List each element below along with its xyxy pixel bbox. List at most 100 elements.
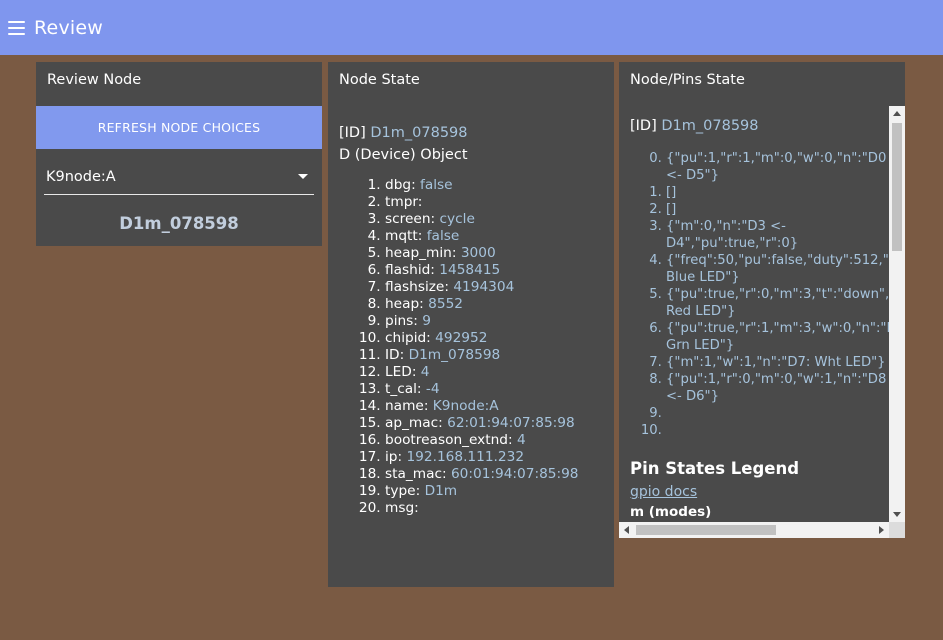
- scrollbar-thumb[interactable]: [892, 123, 902, 251]
- list-item: sta_mac: 60:01:94:07:85:98: [385, 466, 603, 483]
- scroll-right-arrow-icon[interactable]: [879, 526, 884, 534]
- item-value: 192.168.111.232: [406, 449, 525, 465]
- pin-item: {"m":0,"n":"D3 <- D4","pu":true,"r":0}: [666, 218, 886, 252]
- item-key: flashid:: [385, 262, 435, 278]
- list-item: pins: 9: [385, 313, 603, 330]
- panel-title: Node/Pins State: [630, 72, 745, 88]
- pin-item: {"pu":1,"r":1,"m":0,"w":0,"n":"D0 <- D5"…: [666, 150, 886, 184]
- review-node-panel: Review Node REFRESH NODE CHOICES K9node:…: [36, 62, 322, 246]
- pin-item: {"pu":true,"r":0,"m":3,"t":"down","w Red…: [666, 286, 889, 320]
- list-item: ID: D1m_078598: [385, 347, 603, 364]
- pin-item: {"pu":true,"r":1,"m":3,"w":0,"n":"D6: Gr…: [666, 320, 889, 354]
- item-key: screen:: [385, 211, 436, 227]
- pin-item: []: [666, 201, 886, 218]
- item-key: heap_min:: [385, 245, 457, 261]
- app-bar: Review: [0, 0, 943, 55]
- list-item: t_cal: -4: [385, 381, 603, 398]
- scrollbar-thumb[interactable]: [636, 525, 776, 535]
- list-item: heap_min: 3000: [385, 245, 603, 262]
- refresh-node-choices-button[interactable]: REFRESH NODE CHOICES: [36, 106, 322, 149]
- pin-item: {"m":1,"w":1,"n":"D7: Wht LED"}: [666, 354, 886, 371]
- node-select[interactable]: K9node:A: [44, 165, 314, 195]
- item-key: ip:: [385, 449, 403, 465]
- item-value: 4: [516, 432, 526, 448]
- id-label: [ID]: [339, 125, 366, 141]
- app-title: Review: [34, 16, 103, 39]
- item-value: 492952: [435, 330, 488, 346]
- panel-title: Node State: [339, 72, 420, 88]
- pins-scroll-area[interactable]: [ID] D1m_078598 {"pu":1,"r":1,"m":0,"w":…: [619, 106, 889, 522]
- id-label: [ID]: [630, 118, 657, 134]
- item-value: 62:01:94:07:85:98: [447, 415, 575, 431]
- item-key: sta_mac:: [385, 466, 447, 482]
- pin-item: [666, 405, 886, 422]
- pins-state-panel: Node/Pins State [ID] D1m_078598 {"pu":1,…: [619, 62, 905, 538]
- list-item: screen: cycle: [385, 211, 603, 228]
- list-item: msg:: [385, 500, 603, 517]
- panel-title: Review Node: [47, 72, 142, 88]
- item-value: 1458415: [439, 262, 501, 278]
- item-key: bootreason_extnd:: [385, 432, 513, 448]
- node-select-value: K9node:A: [46, 169, 116, 185]
- item-value: false: [426, 228, 460, 244]
- gpio-docs-link[interactable]: gpio docs: [630, 484, 697, 500]
- list-item: dbg: false: [385, 177, 603, 194]
- item-key: heap:: [385, 296, 424, 312]
- list-item: flashsize: 4194304: [385, 279, 603, 296]
- item-key: chipid:: [385, 330, 431, 346]
- vertical-scrollbar[interactable]: [889, 106, 905, 522]
- pins-id-line: [ID] D1m_078598: [630, 118, 889, 134]
- item-value: 4: [420, 364, 430, 380]
- scroll-up-arrow-icon[interactable]: [893, 111, 901, 116]
- list-item: chipid: 492952: [385, 330, 603, 347]
- item-value: false: [420, 177, 453, 193]
- item-key: mqtt:: [385, 228, 423, 244]
- pin-item: [666, 422, 886, 439]
- object-title: D (Device) Object: [339, 147, 468, 163]
- list-item: tmpr:: [385, 194, 603, 211]
- item-value: cycle: [439, 211, 475, 227]
- scroll-left-arrow-icon[interactable]: [624, 526, 629, 534]
- item-key: ap_mac:: [385, 415, 443, 431]
- item-key: type:: [385, 483, 421, 499]
- legend-title: Pin States Legend: [630, 459, 800, 478]
- item-key: LED:: [385, 364, 417, 380]
- list-item: type: D1m: [385, 483, 603, 500]
- item-key: t_cal:: [385, 381, 422, 397]
- item-value: 8552: [428, 296, 463, 312]
- list-item: flashid: 1458415: [385, 262, 603, 279]
- list-item: ap_mac: 62:01:94:07:85:98: [385, 415, 603, 432]
- pin-item: {"pu":1,"r":0,"m":0,"w":1,"n":"D8 <- D6"…: [666, 371, 886, 405]
- modes-heading: m (modes): [630, 504, 712, 520]
- scroll-down-arrow-icon[interactable]: [893, 512, 901, 517]
- menu-icon[interactable]: [8, 20, 25, 35]
- list-item: heap: 8552: [385, 296, 603, 313]
- item-key: ID:: [385, 347, 405, 363]
- node-id-line: [ID] D1m_078598: [339, 125, 603, 141]
- item-key: flashsize:: [385, 279, 449, 295]
- list-item: mqtt: false: [385, 228, 603, 245]
- device-object-list: dbg: falsetmpr: screen: cyclemqtt: false…: [339, 177, 603, 517]
- item-key: pins:: [385, 313, 418, 329]
- dropdown-arrow-icon: [298, 174, 308, 179]
- list-item: LED: 4: [385, 364, 603, 381]
- item-value: D1m_078598: [408, 347, 501, 363]
- item-key: tmpr:: [385, 194, 423, 210]
- item-key: name:: [385, 398, 429, 414]
- item-value: 4194304: [453, 279, 515, 295]
- list-item: bootreason_extnd: 4: [385, 432, 603, 449]
- pins-list: {"pu":1,"r":1,"m":0,"w":0,"n":"D0 <- D5"…: [630, 150, 889, 439]
- selected-node-id: D1m_078598: [119, 214, 239, 233]
- item-value: 60:01:94:07:85:98: [450, 466, 579, 482]
- list-item: name: K9node:A: [385, 398, 603, 415]
- node-state-panel: Node State [ID] D1m_078598 D (Device) Ob…: [328, 62, 614, 587]
- pin-item: {"freq":50,"pu":false,"duty":512,"m Blue…: [666, 252, 889, 286]
- item-key: msg:: [385, 500, 419, 516]
- pin-item: []: [666, 184, 886, 201]
- item-value: 3000: [460, 245, 496, 261]
- item-value: D1m: [424, 483, 458, 499]
- item-value: K9node:A: [432, 398, 499, 414]
- item-key: dbg:: [385, 177, 416, 193]
- horizontal-scrollbar[interactable]: [619, 522, 889, 538]
- list-item: ip: 192.168.111.232: [385, 449, 603, 466]
